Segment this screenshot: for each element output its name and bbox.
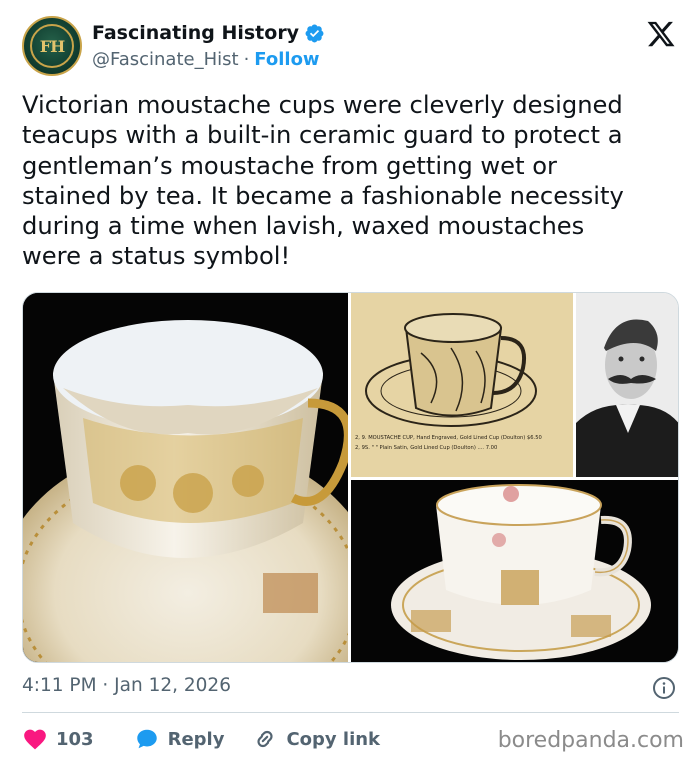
- reply-button[interactable]: Reply: [134, 726, 225, 752]
- tweet-header: FH Fascinating History @Fascinate_Hist ·…: [22, 16, 678, 78]
- link-icon: [257, 730, 273, 748]
- media-image-moustache-cup-gold[interactable]: [23, 293, 348, 662]
- media-image-moustache-cup-floral[interactable]: [351, 480, 678, 662]
- info-icon[interactable]: [652, 676, 676, 700]
- divider: [22, 712, 679, 713]
- copy-link-button[interactable]: Copy link: [252, 726, 380, 752]
- like-button[interactable]: 103: [22, 726, 94, 752]
- catalog-line-2: 2, 9S. " " Plain Satin, Gold Lined Cup (…: [355, 445, 497, 451]
- handle-separator: ·: [243, 49, 250, 70]
- media-image-victorian-portrait[interactable]: [576, 293, 678, 477]
- heart-icon: [24, 729, 46, 750]
- verified-badge-icon: [305, 24, 324, 42]
- reply-bubble-icon: [136, 729, 157, 749]
- reply-label: Reply: [167, 728, 225, 750]
- author-name-row: Fascinating History: [92, 22, 325, 44]
- author-handle-row: @Fascinate_Hist · Follow: [92, 49, 320, 70]
- avatar-monogram: FH: [30, 24, 74, 68]
- tweet-timestamp[interactable]: 4:11 PM · Jan 12, 2026: [22, 675, 231, 696]
- likes-count: 103: [56, 728, 94, 750]
- avatar[interactable]: FH: [22, 16, 82, 76]
- action-bar: 103 Reply Copy link: [22, 726, 416, 752]
- watermark: boredpanda.com: [497, 728, 684, 753]
- media-grid[interactable]: 2, 9. MOUSTACHE CUP, Hand Engraved, Gold…: [22, 292, 679, 663]
- follow-button[interactable]: Follow: [254, 49, 319, 70]
- catalog-line-1: 2, 9. MOUSTACHE CUP, Hand Engraved, Gold…: [355, 435, 542, 441]
- x-logo-icon[interactable]: [646, 19, 676, 49]
- author-name[interactable]: Fascinating History: [92, 22, 299, 44]
- copy-link-label: Copy link: [286, 728, 381, 750]
- author-handle[interactable]: @Fascinate_Hist: [92, 49, 239, 70]
- media-image-catalog-engraving[interactable]: 2, 9. MOUSTACHE CUP, Hand Engraved, Gold…: [351, 293, 573, 477]
- tweet-text: Victorian moustache cups were cleverly d…: [22, 91, 624, 271]
